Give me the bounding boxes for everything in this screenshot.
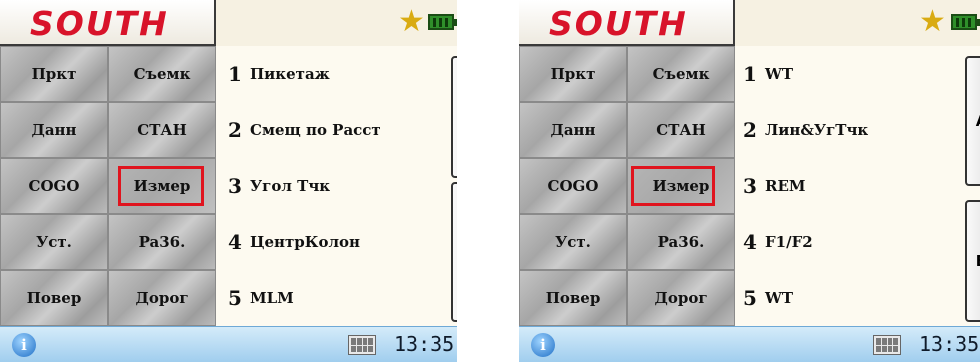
menu-item-3[interactable]: 3 Угол Тчк — [220, 158, 330, 214]
button-layout[interactable]: Pa36. — [108, 214, 216, 270]
button-cogo[interactable]: COGO — [0, 158, 108, 214]
star-icon[interactable]: ★ — [919, 4, 946, 40]
menu-item-1[interactable]: 1 WT — [735, 46, 793, 102]
battery-icon — [951, 14, 980, 30]
selection-highlight — [631, 166, 715, 206]
button-road[interactable]: Дорог — [108, 270, 216, 326]
function-grid: Пркт Съемк Данн СТАН COGO Измер Уст. Pa3… — [519, 46, 735, 326]
button-settings[interactable]: Уст. — [0, 214, 108, 270]
south-logo: SOUTH — [30, 4, 169, 43]
clock-time: 13:35 — [394, 332, 455, 356]
top-bar: SOUTH ★ — [519, 0, 980, 46]
battery-icon — [428, 14, 457, 30]
menu-item-4[interactable]: 4 ЦентрКолон — [220, 214, 360, 270]
button-survey[interactable]: Съемк — [627, 46, 735, 102]
button-settings[interactable]: Уст. — [519, 214, 627, 270]
top-bar: SOUTH ★ — [0, 0, 457, 46]
button-road[interactable]: Дорог — [627, 270, 735, 326]
button-data[interactable]: Данн — [0, 102, 108, 158]
button-check[interactable]: Повер — [0, 270, 108, 326]
logo-cell: SOUTH — [0, 0, 216, 46]
right-device-screen: SOUTH ★ Пркт Съемк Данн СТАН COGO Измер … — [519, 0, 980, 362]
button-layout[interactable]: Pa36. — [627, 214, 735, 270]
menu-item-2[interactable]: 2 Лин&УгТчк — [735, 102, 868, 158]
logo-cell: SOUTH — [519, 0, 735, 46]
menu-item-3[interactable]: 3 REM — [735, 158, 805, 214]
menu-item-4[interactable]: 4 F1/F2 — [735, 214, 813, 270]
menu-item-5[interactable]: 5 MLM — [220, 270, 294, 326]
button-survey[interactable]: Съемк — [108, 46, 216, 102]
measure-menu: 1 WT 2 Лин&УгТчк 3 REM 4 F1/F2 5 WT — [735, 46, 965, 326]
button-check[interactable]: Повер — [519, 270, 627, 326]
side-tab-b[interactable]: B — [965, 200, 980, 322]
clock-time: 13:35 — [919, 332, 980, 356]
menu-item-1[interactable]: 1 Пикетаж — [220, 46, 330, 102]
side-tab-b[interactable]: B — [451, 182, 457, 322]
menu-item-5[interactable]: 5 WT — [735, 270, 793, 326]
side-tab-a[interactable]: A — [451, 56, 457, 178]
button-cogo[interactable]: COGO — [519, 158, 627, 214]
function-grid: Пркт Съемк Данн СТАН COGO Измер Уст. Pa3… — [0, 46, 216, 326]
button-data[interactable]: Данн — [519, 102, 627, 158]
button-prkt[interactable]: Пркт — [0, 46, 108, 102]
status-bar: i 13:35 — [519, 326, 980, 362]
keyboard-icon[interactable] — [348, 335, 376, 355]
button-station[interactable]: СТАН — [108, 102, 216, 158]
side-tab-a[interactable]: A — [965, 56, 980, 186]
button-station[interactable]: СТАН — [627, 102, 735, 158]
selection-highlight — [118, 166, 204, 206]
left-device-screen: SOUTH ★ Пркт Съемк Данн СТАН COGO Измер … — [0, 0, 457, 362]
info-icon[interactable]: i — [531, 333, 555, 357]
star-icon[interactable]: ★ — [398, 4, 425, 40]
keyboard-icon[interactable] — [873, 335, 901, 355]
button-prkt[interactable]: Пркт — [519, 46, 627, 102]
measure-menu: 1 Пикетаж 2 Смещ по Расст 3 Угол Тчк 4 Цент… — [216, 46, 457, 326]
south-logo: SOUTH — [549, 4, 688, 43]
status-bar: i 13:35 — [0, 326, 457, 362]
menu-item-2[interactable]: 2 Смещ по Расст — [220, 102, 381, 158]
info-icon[interactable]: i — [12, 333, 36, 357]
